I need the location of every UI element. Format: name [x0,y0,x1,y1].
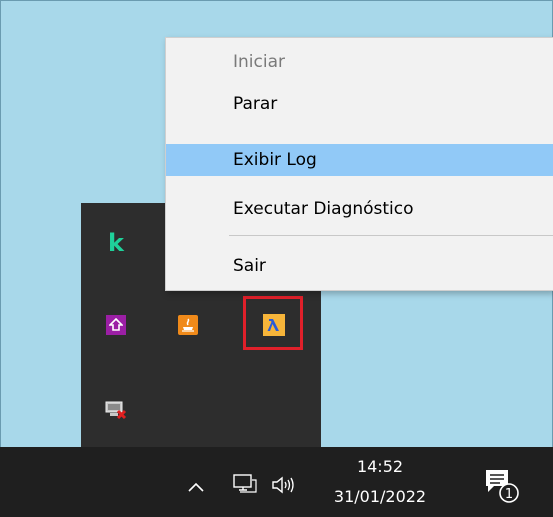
menu-item-iniciar: Iniciar [233,52,285,72]
kaspersky-k-icon[interactable]: k [104,231,128,255]
network-error-icon[interactable] [104,398,128,422]
context-menu: Iniciar Parar Exibir Log Executar Diagnó… [165,37,553,291]
action-center-icon[interactable]: 1 [482,466,520,504]
purple-app-icon[interactable] [104,313,128,337]
volume-icon[interactable] [270,474,296,496]
clock-date: 31/01/2022 [333,487,427,506]
java-icon[interactable] [176,313,200,337]
network-monitor-icon[interactable] [232,472,258,496]
notification-count: 1 [505,487,513,502]
highlight-box [243,296,303,350]
menu-item-executar-diagnostico[interactable]: Executar Diagnóstico [166,193,553,225]
menu-item-parar[interactable]: Parar [166,88,553,120]
clock-time: 14:52 [356,457,404,476]
taskbar-clock[interactable]: 14:52 31/01/2022 [330,452,430,512]
menu-item-exibir-log[interactable]: Exibir Log [166,144,553,176]
menu-item-sair[interactable]: Sair [166,250,553,282]
menu-separator [229,235,553,236]
chevron-up-icon[interactable] [187,478,205,492]
